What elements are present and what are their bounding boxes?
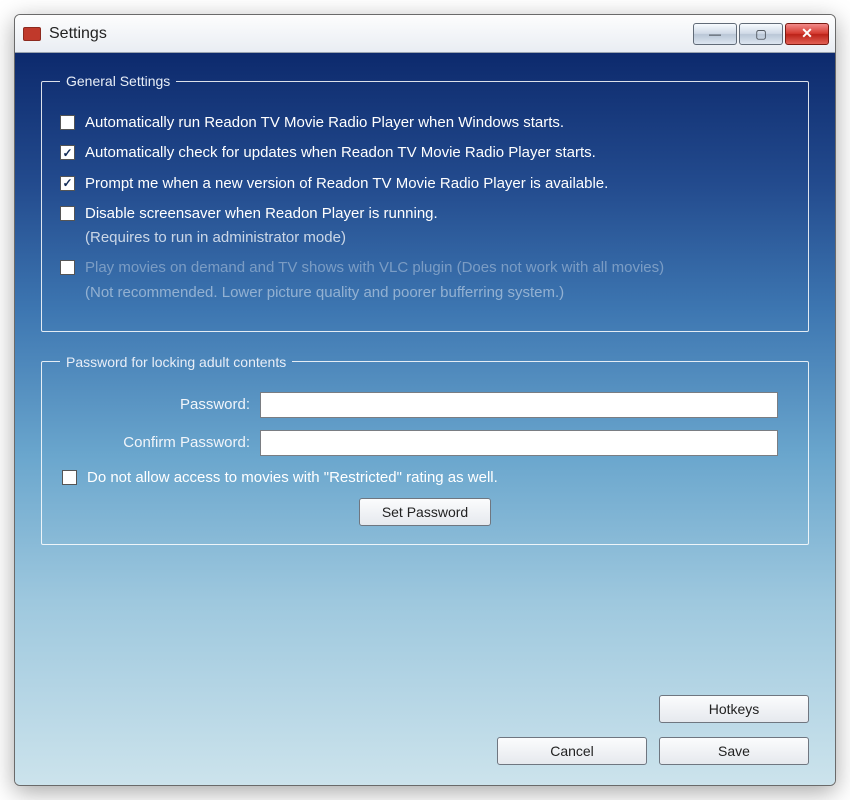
checkbox-autorun[interactable] <box>60 115 75 130</box>
general-settings-legend: General Settings <box>60 73 176 89</box>
confirm-password-input[interactable] <box>260 430 778 456</box>
confirm-password-label: Confirm Password: <box>60 434 260 451</box>
password-legend: Password for locking adult contents <box>60 354 292 370</box>
close-button[interactable]: ✕ <box>785 23 829 45</box>
app-icon <box>23 27 41 41</box>
sub-disable-screensaver: (Requires to run in administrator mode) <box>85 228 438 248</box>
checkbox-prompt-version[interactable] <box>60 176 75 191</box>
window-controls: — ▢ ✕ <box>693 23 829 45</box>
opt-restrict-rating: Do not allow access to movies with "Rest… <box>62 468 790 488</box>
minimize-button[interactable]: — <box>693 23 737 45</box>
general-settings-group: General Settings Automatically run Reado… <box>41 73 809 332</box>
hotkeys-button[interactable]: Hotkeys <box>659 695 809 723</box>
cancel-button[interactable]: Cancel <box>497 737 647 765</box>
client-area: General Settings Automatically run Reado… <box>15 53 835 785</box>
password-input[interactable] <box>260 392 778 418</box>
set-password-button[interactable]: Set Password <box>359 498 491 526</box>
sub-vlc-plugin: (Not recommended. Lower picture quality … <box>85 283 664 303</box>
set-password-row: Set Password <box>60 498 790 526</box>
label-prompt-version: Prompt me when a new version of Readon T… <box>85 175 608 192</box>
opt-autoupdate: Automatically check for updates when Rea… <box>60 143 790 163</box>
checkbox-restrict-rating[interactable] <box>62 470 77 485</box>
save-button[interactable]: Save <box>659 737 809 765</box>
password-row: Password: <box>60 392 790 418</box>
opt-disable-screensaver: Disable screensaver when Readon Player i… <box>60 204 790 249</box>
settings-window: Settings — ▢ ✕ General Settings Automati… <box>14 14 836 786</box>
bottom-bar: Hotkeys <box>41 689 809 723</box>
checkbox-autoupdate[interactable] <box>60 145 75 160</box>
opt-autorun: Automatically run Readon TV Movie Radio … <box>60 113 790 133</box>
opt-prompt-version: Prompt me when a new version of Readon T… <box>60 174 790 194</box>
password-group: Password for locking adult contents Pass… <box>41 354 809 545</box>
maximize-button[interactable]: ▢ <box>739 23 783 45</box>
label-vlc-plugin: Play movies on demand and TV shows with … <box>85 259 664 276</box>
bottom-bar-2: Cancel Save <box>41 731 809 765</box>
checkbox-vlc-plugin[interactable] <box>60 260 75 275</box>
label-restrict-rating: Do not allow access to movies with "Rest… <box>87 469 498 486</box>
opt-vlc-plugin: Play movies on demand and TV shows with … <box>60 258 790 303</box>
checkbox-disable-screensaver[interactable] <box>60 206 75 221</box>
password-label: Password: <box>60 396 260 413</box>
label-disable-screensaver: Disable screensaver when Readon Player i… <box>85 205 438 222</box>
label-autorun: Automatically run Readon TV Movie Radio … <box>85 114 564 131</box>
window-title: Settings <box>49 25 107 43</box>
label-autoupdate: Automatically check for updates when Rea… <box>85 144 596 161</box>
confirm-password-row: Confirm Password: <box>60 430 790 456</box>
titlebar: Settings — ▢ ✕ <box>15 15 835 53</box>
